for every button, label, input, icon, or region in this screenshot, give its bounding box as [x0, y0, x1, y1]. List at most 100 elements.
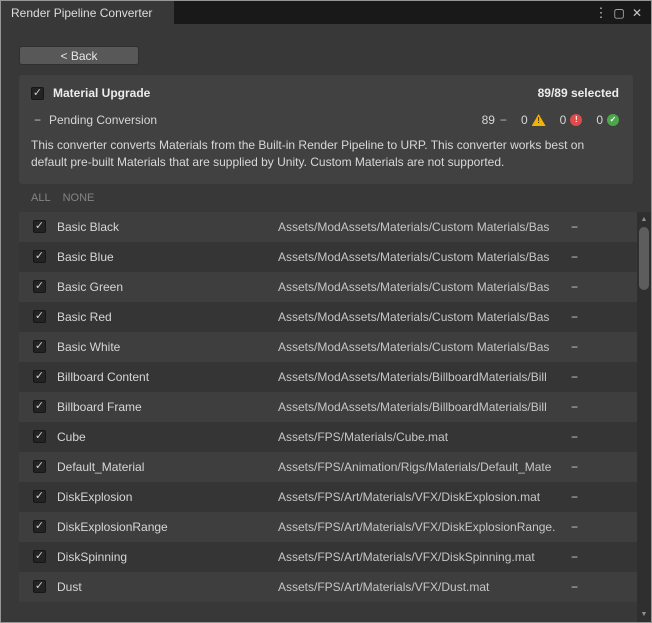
pending-stats: 89 − 0 ! 0 ! 0 ✓	[482, 113, 619, 127]
pending-status-icon: −	[500, 113, 507, 127]
error-icon: !	[570, 114, 582, 126]
list-item[interactable]: ✓ Cube Assets/FPS/Materials/Cube.mat −	[19, 422, 637, 452]
checkbox-check: ✓	[35, 581, 44, 592]
conversion-list: ✓ Basic Black Assets/ModAssets/Materials…	[19, 212, 637, 622]
close-icon[interactable]: ✕	[628, 1, 646, 24]
back-button[interactable]: < Back	[19, 46, 139, 65]
list-item[interactable]: ✓ Dust Assets/FPS/Art/Materials/VFX/Dust…	[19, 572, 637, 602]
item-checkbox[interactable]: ✓	[33, 460, 46, 473]
item-status-icon: −	[571, 490, 637, 504]
titlebar: Render Pipeline Converter ⋮ ▢ ✕	[1, 1, 651, 24]
list-item[interactable]: ✓ Default_Material Assets/FPS/Animation/…	[19, 452, 637, 482]
checkbox-check: ✓	[35, 431, 44, 442]
pending-count: 89	[482, 113, 495, 127]
item-checkbox[interactable]: ✓	[33, 490, 46, 503]
select-all-button[interactable]: ALL	[31, 192, 51, 204]
selection-controls: ALL NONE	[31, 192, 651, 204]
item-status-icon: −	[571, 370, 637, 384]
item-checkbox[interactable]: ✓	[33, 400, 46, 413]
item-name: Basic White	[57, 340, 278, 354]
item-status-icon: −	[571, 220, 637, 234]
collapse-minus-icon[interactable]: −	[34, 113, 49, 127]
checkbox-check-icon: ✓	[33, 88, 42, 99]
item-path: Assets/ModAssets/Materials/BillboardMate…	[278, 400, 571, 414]
checkbox-check: ✓	[35, 221, 44, 232]
item-checkbox[interactable]: ✓	[33, 430, 46, 443]
converter-header-row: ✓ Material Upgrade 89/89 selected	[31, 86, 619, 100]
scrollbar[interactable]: ▲ ▼	[637, 212, 651, 622]
item-path: Assets/ModAssets/Materials/Custom Materi…	[278, 220, 571, 234]
item-path: Assets/ModAssets/Materials/Custom Materi…	[278, 280, 571, 294]
scroll-down-icon[interactable]: ▼	[637, 608, 651, 621]
scrollbar-thumb[interactable]	[639, 227, 649, 290]
item-path: Assets/ModAssets/Materials/Custom Materi…	[278, 340, 571, 354]
list-item[interactable]: ✓ Basic Red Assets/ModAssets/Materials/C…	[19, 302, 637, 332]
item-checkbox[interactable]: ✓	[33, 340, 46, 353]
item-path: Assets/FPS/Animation/Rigs/Materials/Defa…	[278, 460, 571, 474]
item-status-icon: −	[571, 340, 637, 354]
item-name: Dust	[57, 580, 278, 594]
checkbox-check: ✓	[35, 341, 44, 352]
item-checkbox[interactable]: ✓	[33, 220, 46, 233]
item-name: Basic Green	[57, 280, 278, 294]
error-count: 0	[560, 113, 567, 127]
item-name: Basic Blue	[57, 250, 278, 264]
item-checkbox[interactable]: ✓	[33, 310, 46, 323]
item-name: Billboard Content	[57, 370, 278, 384]
item-checkbox[interactable]: ✓	[33, 550, 46, 563]
item-checkbox[interactable]: ✓	[33, 250, 46, 263]
list-item[interactable]: ✓ DiskExplosion Assets/FPS/Art/Materials…	[19, 482, 637, 512]
list-region: ✓ Basic Black Assets/ModAssets/Materials…	[1, 212, 651, 622]
list-item[interactable]: ✓ Basic Green Assets/ModAssets/Materials…	[19, 272, 637, 302]
list-item[interactable]: ✓ Basic Blue Assets/ModAssets/Materials/…	[19, 242, 637, 272]
item-status-icon: −	[571, 250, 637, 264]
item-path: Assets/ModAssets/Materials/Custom Materi…	[278, 310, 571, 324]
item-checkbox[interactable]: ✓	[33, 370, 46, 383]
window-tab[interactable]: Render Pipeline Converter	[1, 1, 174, 24]
item-status-icon: −	[571, 520, 637, 534]
item-status-icon: −	[571, 430, 637, 444]
item-name: Basic Black	[57, 220, 278, 234]
window-controls: ⋮ ▢ ✕	[592, 1, 651, 24]
window-title: Render Pipeline Converter	[11, 6, 152, 20]
item-status-icon: −	[571, 280, 637, 294]
item-path: Assets/ModAssets/Materials/Custom Materi…	[278, 250, 571, 264]
item-path: Assets/FPS/Materials/Cube.mat	[278, 430, 571, 444]
item-path: Assets/FPS/Art/Materials/VFX/DiskExplosi…	[278, 520, 571, 534]
item-checkbox[interactable]: ✓	[33, 580, 46, 593]
converter-checkbox[interactable]: ✓	[31, 87, 44, 100]
maximize-icon[interactable]: ▢	[610, 1, 628, 24]
checkbox-check: ✓	[35, 521, 44, 532]
item-status-icon: −	[571, 460, 637, 474]
checkbox-check: ✓	[35, 461, 44, 472]
item-path: Assets/FPS/Art/Materials/VFX/DiskSpinnin…	[278, 550, 571, 564]
scroll-up-icon[interactable]: ▲	[637, 213, 651, 226]
warning-icon: !	[532, 114, 546, 126]
item-name: Default_Material	[57, 460, 278, 474]
checkbox-check: ✓	[35, 251, 44, 262]
converter-name[interactable]: Material Upgrade	[53, 86, 150, 100]
pending-label: Pending Conversion	[49, 113, 157, 127]
item-checkbox[interactable]: ✓	[33, 280, 46, 293]
item-status-icon: −	[571, 310, 637, 324]
item-status-icon: −	[571, 580, 637, 594]
list-item[interactable]: ✓ Billboard Content Assets/ModAssets/Mat…	[19, 362, 637, 392]
pending-row: − Pending Conversion 89 − 0 ! 0 ! 0 ✓	[31, 113, 619, 127]
item-checkbox[interactable]: ✓	[33, 520, 46, 533]
item-name: DiskSpinning	[57, 550, 278, 564]
list-item[interactable]: ✓ Billboard Frame Assets/ModAssets/Mater…	[19, 392, 637, 422]
item-status-icon: −	[571, 400, 637, 414]
list-item[interactable]: ✓ DiskExplosionRange Assets/FPS/Art/Mate…	[19, 512, 637, 542]
warning-count: 0	[521, 113, 528, 127]
item-path: Assets/FPS/Art/Materials/VFX/DiskExplosi…	[278, 490, 571, 504]
item-name: DiskExplosionRange	[57, 520, 278, 534]
list-item[interactable]: ✓ Basic White Assets/ModAssets/Materials…	[19, 332, 637, 362]
checkbox-check: ✓	[35, 551, 44, 562]
list-item[interactable]: ✓ DiskSpinning Assets/FPS/Art/Materials/…	[19, 542, 637, 572]
item-name: Cube	[57, 430, 278, 444]
window-menu-icon[interactable]: ⋮	[592, 1, 610, 24]
select-none-button[interactable]: NONE	[63, 192, 95, 204]
list-item[interactable]: ✓ Basic Black Assets/ModAssets/Materials…	[19, 212, 637, 242]
checkbox-check: ✓	[35, 281, 44, 292]
success-icon: ✓	[607, 114, 619, 126]
